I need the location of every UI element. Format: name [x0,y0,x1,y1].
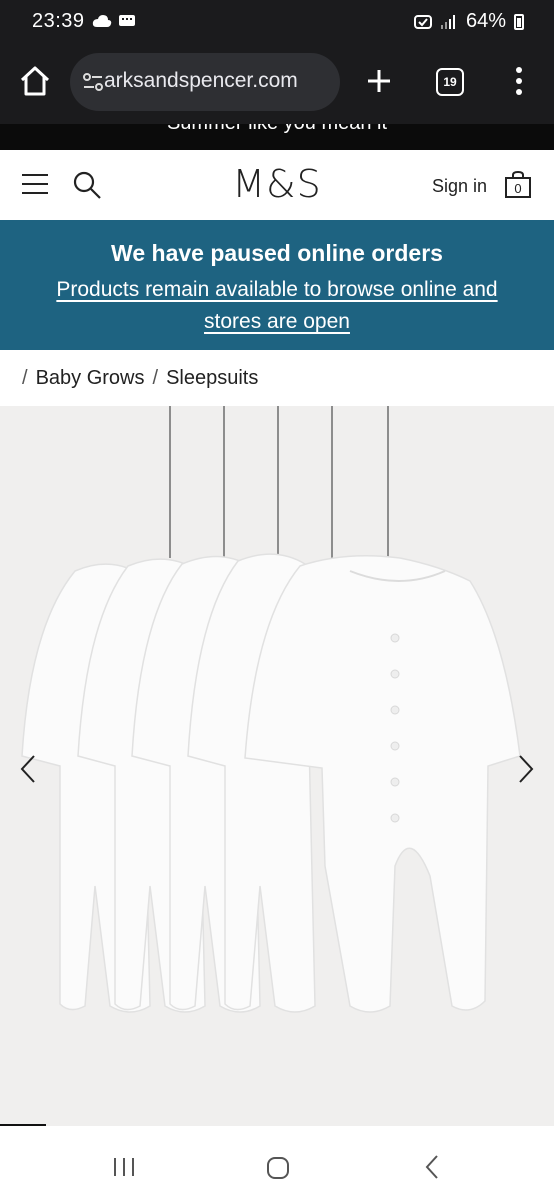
promo-strip[interactable]: Summer like you mean it [0,124,554,150]
message-icon [119,15,135,26]
recent-apps-icon[interactable] [112,1156,136,1178]
address-bar[interactable]: arksandspencer.com [70,53,340,111]
notice-title: We have paused online orders [111,240,443,266]
home-button-icon[interactable] [266,1156,290,1180]
breadcrumb-item-baby-grows[interactable]: Baby Grows [36,367,145,390]
home-icon[interactable] [18,64,52,98]
back-icon[interactable] [424,1154,440,1180]
system-navigation-bar [0,1126,554,1200]
breadcrumb: / Baby Grows / Sleepsuits [0,350,554,406]
notice-banner: We have paused online orders Products re… [0,220,554,350]
status-time: 23:39 [32,10,85,32]
breadcrumb-item-sleepsuits[interactable]: Sleepsuits [166,367,258,390]
new-tab-icon[interactable] [364,66,394,96]
more-menu-icon[interactable] [514,66,524,96]
data-saver-icon [413,14,432,29]
next-image-arrow-icon[interactable] [516,754,536,784]
signal-icon [440,14,455,29]
url-text: arksandspencer.com [104,69,298,92]
site-header: M&S Sign in 0 [0,150,554,220]
status-bar: 23:39 64% [0,0,554,44]
previous-image-arrow-icon[interactable] [18,754,38,784]
cloud-icon [92,15,112,27]
notice-link[interactable]: Products remain available to browse onli… [30,274,524,338]
browser-toolbar: arksandspencer.com 19 [0,44,554,124]
product-image-gallery[interactable] [0,406,554,1126]
battery-percent: 64% [465,10,506,32]
shopping-bag-icon[interactable]: 0 [504,170,532,198]
bag-count: 0 [514,181,521,196]
site-settings-icon[interactable] [82,71,104,93]
breadcrumb-separator: / [152,366,159,389]
product-image [21,406,521,1013]
sign-in-link[interactable]: Sign in [432,176,487,197]
battery-icon [514,13,524,30]
tab-switcher-button[interactable]: 19 [436,68,464,96]
breadcrumb-separator: / [22,366,28,389]
promo-text: Summer like you mean it [0,124,554,135]
